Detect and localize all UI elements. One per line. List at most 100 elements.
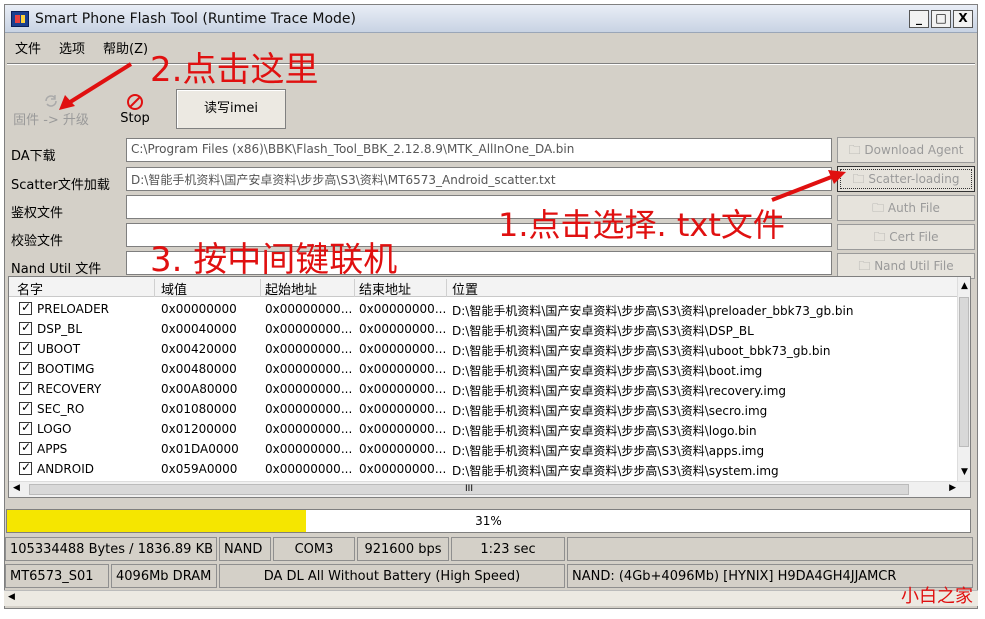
cell-start: 0x00000000... (265, 322, 353, 336)
table-row[interactable]: UBOOT 0x00420000 0x00000000... 0x00000000..… (9, 339, 959, 359)
arrow-to-firmware-icon (59, 62, 133, 110)
stop-label: Stop (120, 111, 150, 126)
vertical-scrollbar[interactable]: ▲ ▼ (957, 277, 970, 481)
horizontal-scrollbar[interactable]: ◀ III ▶ (9, 481, 970, 497)
hscroll-thumb[interactable]: III (29, 484, 909, 495)
folder-icon: 🗀 (872, 201, 888, 215)
row-checkbox[interactable] (19, 300, 32, 315)
table-row[interactable]: LOGO 0x01200000 0x00000000... 0x00000000...… (9, 419, 959, 439)
table-row[interactable]: DSP_BL 0x00040000 0x00000000... 0x00000000.… (9, 319, 959, 339)
cell-start: 0x00000000... (265, 422, 353, 436)
table-row[interactable]: PRELOADER 0x00000000 0x00000000... 0x000000… (9, 299, 959, 319)
maximize-button[interactable]: □ (931, 10, 951, 28)
download-agent-button[interactable]: 🗀 Download Agent (837, 137, 975, 163)
window-title: Smart Phone Flash Tool (Runtime Trace Mo… (35, 11, 356, 27)
scroll-left-icon[interactable]: ◀ (13, 483, 20, 493)
cell-value: 0x00A80000 (161, 382, 238, 396)
cell-start: 0x00000000... (265, 382, 353, 396)
scroll-right-icon[interactable]: ▶ (949, 483, 956, 493)
partition-list: 名字 域值 起始地址 结束地址 位置 PRELOADER 0x00000000 0x… (8, 276, 971, 498)
scroll-down-icon[interactable]: ▼ (961, 467, 968, 477)
table-row[interactable]: RECOVERY 0x00A80000 0x00000000... 0x0000000… (9, 379, 959, 399)
annotation-step1: 1.点击选择. txt文件 (498, 206, 785, 244)
app-icon (11, 11, 29, 27)
scroll-up-icon[interactable]: ▲ (961, 281, 968, 291)
cell-end: 0x00000000... (359, 382, 447, 396)
arrow-to-scatter-button (771, 170, 846, 202)
scatter-loading-button[interactable]: 🗀 Scatter-loading (837, 166, 975, 192)
row-checkbox[interactable] (19, 440, 32, 455)
cell-start: 0x00000000... (265, 342, 353, 356)
cell-path: D:\智能手机资料\国产安卓资料\步步高\S3\资料\preloader_bbk… (452, 304, 854, 318)
cell-value: 0x01080000 (161, 402, 237, 416)
cell-end: 0x00000000... (359, 442, 447, 456)
header-name[interactable]: 名字 (17, 279, 155, 298)
scroll-thumb[interactable] (959, 297, 969, 447)
row-checkbox[interactable] (19, 320, 32, 335)
row-checkbox[interactable] (19, 380, 32, 395)
row-checkbox[interactable] (19, 420, 32, 435)
menu-help[interactable]: 帮助(Z) (103, 38, 148, 57)
folder-icon: 🗀 (852, 172, 869, 186)
annotation-step3: 3. 按中间键联机 (150, 240, 398, 280)
cell-name: PRELOADER (37, 302, 110, 316)
status-chip: MT6573_S01 (5, 564, 109, 588)
table-row[interactable]: BOOTIMG 0x00480000 0x00000000... 0x00000000… (9, 359, 959, 379)
cell-name: SEC_RO (37, 402, 85, 416)
table-row[interactable]: SEC_RO 0x01080000 0x00000000... 0x00000000.… (9, 399, 959, 419)
header-location[interactable]: 位置 (452, 279, 952, 298)
header-start-address[interactable]: 起始地址 (265, 279, 355, 298)
cell-value: 0x00420000 (161, 342, 237, 356)
close-button[interactable]: X (953, 10, 973, 28)
cell-end: 0x00000000... (359, 402, 447, 416)
scatter-file-label: Scatter文件加载 (11, 178, 110, 193)
cell-end: 0x00000000... (359, 322, 447, 336)
cell-name: APPS (37, 442, 68, 456)
cell-name: BOOTIMG (37, 362, 95, 376)
status-storage-type: NAND (219, 537, 271, 561)
cell-name: ANDROID (37, 462, 94, 476)
cell-start: 0x00000000... (265, 302, 353, 316)
cell-start: 0x00000000... (265, 462, 353, 476)
cell-name: DSP_BL (37, 322, 83, 336)
auth-file-button[interactable]: 🗀 Auth File (837, 195, 975, 221)
folder-icon: 🗀 (858, 259, 875, 273)
cell-end: 0x00000000... (359, 342, 447, 356)
menu-file[interactable]: 文件 (15, 38, 41, 57)
cell-end: 0x00000000... (359, 422, 447, 436)
cell-path: D:\智能手机资料\国产安卓资料\步步高\S3\资料\DSP_BL (452, 324, 754, 338)
header-region[interactable]: 域值 (161, 279, 261, 298)
cell-value: 0x00480000 (161, 362, 237, 376)
da-download-field[interactable]: C:\Program Files (x86)\BBK\Flash_Tool_BB… (126, 138, 832, 162)
minimize-button[interactable]: _ (909, 10, 929, 28)
menu-options[interactable]: 选项 (59, 38, 85, 57)
cell-name: LOGO (37, 422, 72, 436)
scatter-file-field[interactable]: D:\智能手机资料\国产安卓资料\步步高\S3\资料\MT6573_Androi… (126, 167, 832, 191)
table-row[interactable]: APPS 0x01DA0000 0x00000000... 0x00000000...… (9, 439, 959, 459)
cell-path: D:\智能手机资料\国产安卓资料\步步高\S3\资料\recovery.img (452, 384, 787, 398)
title-bar: Smart Phone Flash Tool (Runtime Trace Mo… (5, 5, 977, 33)
scroll-left-icon[interactable]: ◀ (8, 592, 15, 602)
row-checkbox[interactable] (19, 340, 32, 355)
table-row[interactable]: ANDROID 0x059A0000 0x00000000... 0x00000000… (9, 459, 959, 479)
nand-util-file-label: Nand Util 文件 (11, 262, 102, 277)
cell-name: RECOVERY (37, 382, 102, 396)
row-checkbox[interactable] (19, 400, 32, 415)
progress-label: 31% (475, 514, 502, 528)
status-com-port: COM3 (273, 537, 355, 561)
annotation-step2: 2.点击这里 (150, 50, 319, 90)
cert-file-button[interactable]: 🗀 Cert File (837, 224, 975, 250)
status-bytes: 105334488 Bytes / 1836.89 KB (5, 537, 217, 561)
cell-path: D:\智能手机资料\国产安卓资料\步步高\S3\资料\system.img (452, 464, 779, 478)
firmware-upgrade-label: 固件 -> 升级 (13, 113, 89, 128)
row-checkbox[interactable] (19, 360, 32, 375)
cell-end: 0x00000000... (359, 302, 447, 316)
da-download-label: DA下载 (11, 149, 56, 164)
bottom-scrollbar[interactable]: ◀ (4, 590, 978, 606)
read-imei-button[interactable]: 读写imei (176, 89, 286, 129)
cell-value: 0x01200000 (161, 422, 237, 436)
cell-end: 0x00000000... (359, 362, 447, 376)
row-checkbox[interactable] (19, 460, 32, 475)
header-end-address[interactable]: 结束地址 (359, 279, 447, 298)
status-download-mode: DA DL All Without Battery (High Speed) (219, 564, 565, 588)
